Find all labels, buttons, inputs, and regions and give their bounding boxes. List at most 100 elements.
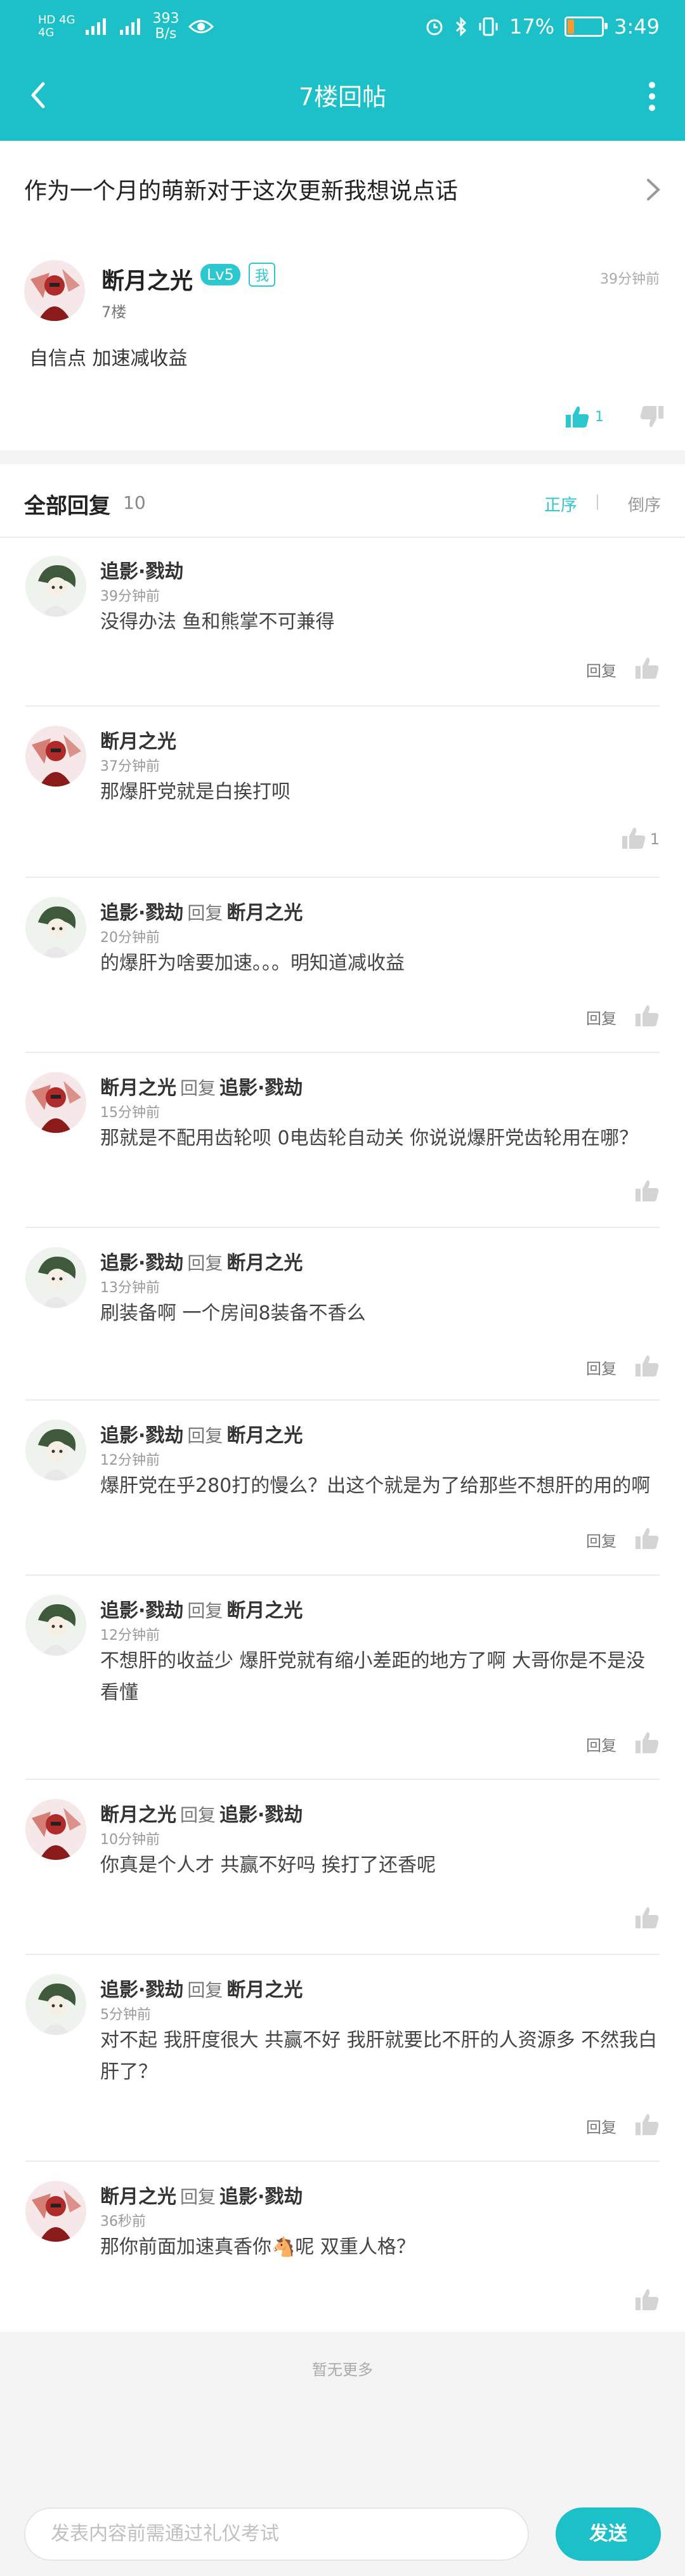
reply-header: 断月之光 回复 追影·戮劫 — [100, 2181, 303, 2209]
thread-title-row[interactable]: 作为一个月的萌新对于这次更新我想说点话 — [0, 141, 685, 240]
reply-author[interactable]: 追影·戮劫 — [100, 1252, 183, 1274]
thumbs-up-icon[interactable] — [634, 2287, 660, 2314]
reply-item: 断月之光 回复 追影·戮劫 10分钟前你真是个人才 共赢不好吗 挨打了还香呢 — [0, 1780, 685, 1955]
avatar[interactable] — [25, 1072, 86, 1133]
avatar[interactable] — [25, 556, 86, 617]
reply-text: 那爆肝党就是白挨打呗 — [100, 781, 290, 803]
thumbs-down-icon[interactable] — [639, 405, 665, 429]
thumbs-up-icon[interactable] — [634, 1526, 660, 1553]
reply-header: 断月之光 回复 追影·戮劫 — [100, 1072, 303, 1100]
thumbs-up-icon[interactable] — [634, 1004, 660, 1030]
status-bar: HD 4G 4G 393 B/s 17% 3:49 — [0, 0, 685, 52]
battery-fill — [568, 20, 574, 34]
avatar[interactable] — [25, 1595, 86, 1656]
network-speed: 393 B/s — [153, 11, 179, 42]
reply-actions: 回复 — [586, 2112, 660, 2139]
avatar[interactable] — [25, 1247, 86, 1308]
thread-title: 作为一个月的萌新对于这次更新我想说点话 — [24, 178, 459, 204]
reply-time: 39分钟前 — [100, 589, 160, 605]
thumbs-up-icon[interactable] — [621, 826, 646, 853]
clock: 3:49 — [614, 15, 660, 39]
reply-target[interactable]: 断月之光 — [226, 1600, 303, 1622]
thumbs-up-icon[interactable] — [634, 1179, 660, 1205]
reply-time: 37分钟前 — [100, 759, 160, 775]
thumbs-up-icon[interactable] — [634, 1354, 660, 1380]
reply-author[interactable]: 追影·戮劫 — [100, 1425, 183, 1447]
reply-button[interactable]: 回复 — [586, 2115, 616, 2137]
signal-bars-icon-2 — [119, 18, 140, 35]
reply-target[interactable]: 追影·戮劫 — [219, 1804, 303, 1826]
avatar-green-character-icon — [25, 556, 86, 617]
reply-author[interactable]: 断月之光 — [100, 2186, 176, 2208]
me-badge: 我 — [249, 263, 276, 287]
avatar[interactable] — [25, 2181, 86, 2242]
post-content: 自信点 加速减收益 — [29, 348, 188, 370]
reply-author[interactable]: 追影·戮劫 — [100, 1979, 183, 2001]
reply-author[interactable]: 追影·戮劫 — [100, 1600, 183, 1622]
reply-time: 10分钟前 — [100, 1832, 160, 1848]
avatar[interactable] — [25, 1799, 86, 1860]
avatar[interactable] — [25, 1420, 86, 1481]
reply-target[interactable]: 断月之光 — [226, 902, 303, 924]
reply-button[interactable]: 回复 — [586, 1733, 616, 1755]
signal-icon: HD 4G 4G — [38, 14, 75, 39]
reply-target[interactable]: 断月之光 — [226, 1252, 303, 1274]
like-button[interactable]: 1 — [564, 405, 604, 429]
avatar-green-character-icon — [25, 1974, 86, 2035]
reply-actions: 回复 — [586, 1526, 660, 1553]
comment-input[interactable]: 发表内容前需通过礼仪考试 — [24, 2507, 529, 2561]
reply-item: 追影·戮劫 回复 断月之光 12分钟前 爆肝党在乎280打的慢么？出这个就是为了给那些不… — [0, 1401, 685, 1576]
reply-item: 追影·戮劫 39分钟前 没得办法 鱼和熊掌不可兼得 回复 — [0, 537, 685, 707]
avatar-red-character-icon — [25, 1072, 86, 1133]
replies-title: 全部回复 — [24, 494, 110, 519]
status-right: 17% 3:49 — [424, 9, 660, 44]
thumbs-up-icon[interactable] — [634, 1906, 660, 1932]
avatar[interactable] — [24, 260, 85, 321]
reply-actions — [634, 1906, 660, 1932]
status-left: HD 4G 4G 393 B/s — [38, 9, 214, 44]
thumbs-up-icon[interactable] — [634, 2112, 660, 2139]
replies-count: 10 — [123, 492, 146, 513]
reply-target[interactable]: 追影·戮劫 — [219, 1077, 303, 1099]
network-label: HD 4G — [38, 13, 75, 27]
sort-ascending-tab[interactable]: 正序 — [544, 492, 577, 516]
reply-button[interactable]: 回复 — [586, 1356, 616, 1378]
send-button[interactable]: 发送 — [556, 2507, 661, 2561]
reply-button[interactable]: 回复 — [586, 1529, 616, 1551]
reply-target[interactable]: 追影·戮劫 — [219, 2186, 303, 2208]
signal-bars-icon — [85, 18, 106, 35]
avatar-red-character-icon — [25, 2181, 86, 2242]
reply-target[interactable]: 断月之光 — [226, 1979, 303, 2001]
reply-text: 你真是个人才 共赢不好吗 挨打了还香呢 — [100, 1854, 436, 1876]
reply-author[interactable]: 断月之光 — [100, 731, 176, 753]
reply-header: 追影·戮劫 回复 断月之光 — [100, 1247, 303, 1275]
reply-author[interactable]: 断月之光 — [100, 1077, 176, 1099]
page-title: 7楼回帖 — [298, 83, 387, 111]
reply-header: 追影·戮劫 回复 断月之光 — [100, 897, 303, 925]
avatar[interactable] — [25, 726, 86, 787]
avatar[interactable] — [25, 1974, 86, 2035]
vibrate-icon — [479, 17, 498, 36]
thumbs-up-icon[interactable] — [634, 1730, 660, 1757]
reply-header: 断月之光 回复 追影·戮劫 — [100, 1799, 303, 1827]
reply-author[interactable]: 追影·戮劫 — [100, 902, 183, 924]
reply-author[interactable]: 追影·戮劫 — [100, 561, 183, 583]
reply-time: 15分钟前 — [100, 1105, 160, 1121]
reply-time: 36秒前 — [100, 2214, 146, 2230]
author-name[interactable]: 断月之光 — [101, 263, 193, 296]
sort-descending-tab[interactable]: 倒序 — [628, 492, 661, 516]
avatar[interactable] — [25, 897, 86, 958]
reply-item: 追影·戮劫 回复 断月之光 20分钟前 的爆肝为啥要加速。。。明知道减收益 回复 — [0, 878, 685, 1053]
sort-separator: | — [594, 492, 600, 510]
reply-button[interactable]: 回复 — [586, 1006, 616, 1028]
reply-button[interactable]: 回复 — [586, 658, 616, 681]
reply-to-label: 回复 — [187, 903, 223, 924]
comment-composer: 发表内容前需通过礼仪考试 发送 — [0, 2490, 685, 2576]
thumbs-up-icon[interactable] — [634, 656, 660, 683]
avatar-green-character-icon — [25, 1420, 86, 1481]
reply-author[interactable]: 断月之光 — [100, 1804, 176, 1826]
reply-item: 断月之光 回复 追影·戮劫 36秒前 那你前面加速真香你🐴呢 双重人格？ — [0, 2162, 685, 2332]
reply-target[interactable]: 断月之光 — [226, 1425, 303, 1447]
reply-text: 爆肝党在乎280打的慢么？出这个就是为了给那些不想肝的用的啊 — [100, 1475, 651, 1497]
more-options-icon[interactable] — [633, 76, 671, 117]
